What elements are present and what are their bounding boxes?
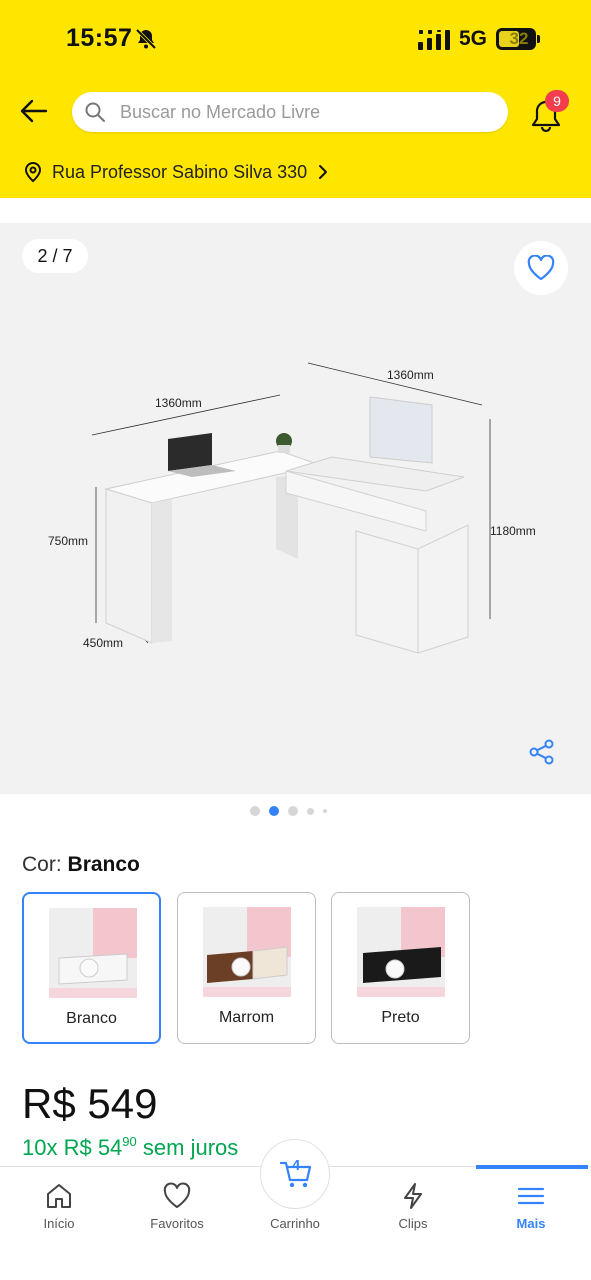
notification-badge: 9 bbox=[545, 90, 569, 112]
dim-height-desk: 750mm bbox=[48, 534, 88, 548]
image-counter: 2 / 7 bbox=[22, 239, 88, 273]
location-pin-icon bbox=[24, 161, 42, 183]
status-time: 15:57 bbox=[66, 24, 133, 52]
variant-option-preto[interactable]: Preto bbox=[331, 892, 470, 1044]
search-input[interactable]: Buscar no Mercado Livre bbox=[72, 92, 508, 132]
variant-thumbnail bbox=[49, 908, 137, 998]
notifications-button[interactable]: 9 bbox=[526, 90, 570, 133]
dim-height-total: 1180mm bbox=[490, 524, 536, 538]
installments-info: 10x R$ 5490 sem juros bbox=[22, 1134, 238, 1161]
menu-icon bbox=[517, 1187, 545, 1205]
address-text: Rua Professor Sabino Silva 330 bbox=[52, 161, 308, 182]
nav-item-mais[interactable]: Mais bbox=[481, 1181, 581, 1231]
lightning-icon bbox=[404, 1183, 422, 1209]
product-price: R$ 549 bbox=[22, 1080, 158, 1127]
delivery-address[interactable]: Rua Professor Sabino Silva 330 bbox=[22, 158, 331, 186]
variant-thumbnail bbox=[203, 907, 291, 997]
nav-label: Início bbox=[43, 1216, 75, 1231]
installments-suffix: sem juros bbox=[142, 1135, 239, 1160]
dim-depth: 450mm bbox=[83, 636, 123, 650]
search-icon bbox=[85, 102, 105, 122]
nav-item-carrinho[interactable]: 4 bbox=[260, 1139, 330, 1209]
variant-option-branco[interactable]: Branco bbox=[22, 892, 161, 1044]
favorite-button[interactable] bbox=[514, 241, 568, 295]
product-image: 1360mm 1360mm 750mm 1180mm 450mm bbox=[48, 362, 536, 654]
chevron-right-icon bbox=[319, 165, 328, 179]
variant-name: Marrom bbox=[218, 1009, 275, 1026]
network-type: 5G bbox=[459, 27, 488, 50]
pagination-dot[interactable] bbox=[288, 806, 298, 816]
variant-name: Branco bbox=[66, 1010, 117, 1027]
battery-icon: 32 bbox=[496, 28, 540, 50]
search-placeholder: Buscar no Mercado Livre bbox=[120, 102, 321, 122]
nav-label: Mais bbox=[516, 1216, 546, 1231]
nav-label: Clips bbox=[398, 1216, 428, 1231]
signal-icon bbox=[418, 30, 450, 50]
dim-width-left: 1360mm bbox=[155, 396, 202, 410]
pagination-dot[interactable] bbox=[307, 807, 314, 815]
status-bar: 15:57 5G 32 bbox=[0, 0, 591, 80]
arrow-left-icon bbox=[20, 99, 48, 123]
variant-selected: Branco bbox=[67, 853, 140, 876]
nav-item-favoritos[interactable]: Favoritos bbox=[127, 1181, 227, 1231]
battery-level: 32 bbox=[509, 29, 529, 48]
nav-label: Favoritos bbox=[150, 1216, 204, 1231]
share-icon[interactable] bbox=[528, 738, 556, 766]
variant-name: Preto bbox=[381, 1009, 420, 1026]
gallery-pagination bbox=[250, 806, 336, 816]
variant-thumbnail bbox=[357, 907, 445, 997]
installments-cents: 90 bbox=[122, 1134, 137, 1149]
heart-icon bbox=[163, 1182, 191, 1208]
variant-option-marrom[interactable]: Marrom bbox=[177, 892, 316, 1044]
dim-width-right: 1360mm bbox=[387, 368, 434, 382]
installments-prefix: 10x R$ 54 bbox=[22, 1135, 123, 1160]
home-icon bbox=[47, 1184, 71, 1208]
variant-label-prefix: Cor: bbox=[22, 853, 62, 876]
cart-count: 4 bbox=[291, 1157, 301, 1174]
active-tab-indicator bbox=[476, 1165, 588, 1169]
nav-item-inicio[interactable]: Início bbox=[9, 1181, 109, 1231]
bottom-navigation: Início Favoritos 4 Carrinho Clips Mais bbox=[0, 1139, 591, 1280]
pagination-dot[interactable] bbox=[323, 809, 327, 813]
pagination-dot-active[interactable] bbox=[269, 806, 279, 816]
bell-muted-icon bbox=[135, 28, 157, 50]
nav-label: Carrinho bbox=[270, 1216, 320, 1231]
variant-label: Cor: Branco bbox=[22, 853, 140, 877]
product-gallery[interactable]: 2 / 7 1360mm 1360mm 750mm 1180mm 450mm bbox=[0, 223, 591, 794]
heart-icon bbox=[527, 255, 555, 281]
pagination-dot[interactable] bbox=[250, 806, 260, 816]
app-header: 15:57 5G 32 Buscar no Mercado Livre 9 Ru… bbox=[0, 0, 591, 198]
back-button[interactable] bbox=[14, 92, 54, 130]
nav-item-clips[interactable]: Clips bbox=[363, 1181, 463, 1231]
